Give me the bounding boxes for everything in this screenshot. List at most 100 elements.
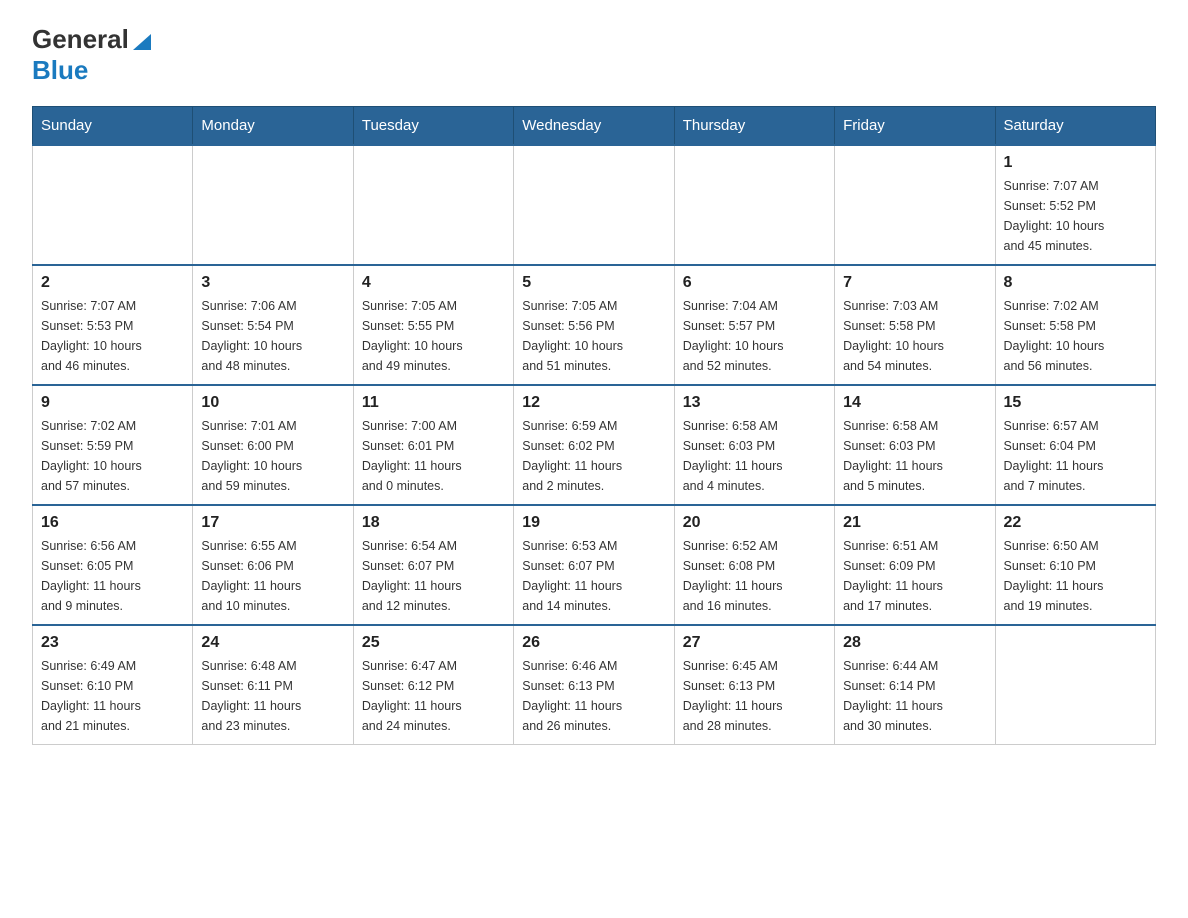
day-number: 15	[1004, 394, 1147, 412]
header-monday: Monday	[193, 107, 353, 146]
logo-triangle-icon	[131, 30, 153, 52]
calendar-cell: 2 Sunrise: 7:07 AMSunset: 5:53 PMDaylight…	[33, 265, 193, 385]
header-tuesday: Tuesday	[353, 107, 513, 146]
logo: General Blue	[32, 24, 153, 86]
calendar-cell: 17 Sunrise: 6:55 AMSunset: 6:06 PMDayligh…	[193, 505, 353, 625]
day-number: 24	[201, 634, 344, 652]
day-info: Sunrise: 7:02 AMSunset: 5:58 PMDaylight:…	[1004, 296, 1147, 376]
day-info: Sunrise: 7:05 AMSunset: 5:55 PMDaylight:…	[362, 296, 505, 376]
day-info: Sunrise: 6:48 AMSunset: 6:11 PMDaylight:…	[201, 656, 344, 736]
calendar-cell: 6 Sunrise: 7:04 AMSunset: 5:57 PMDaylight…	[674, 265, 834, 385]
calendar-cell: 5Sunrise: 7:05 AMSunset: 5:56 PMDaylight…	[514, 265, 674, 385]
page-header: General Blue	[32, 24, 1156, 86]
day-number: 3	[201, 274, 344, 292]
calendar-cell: 7 Sunrise: 7:03 AMSunset: 5:58 PMDaylight…	[835, 265, 995, 385]
day-number: 12	[522, 394, 665, 412]
day-info: Sunrise: 6:58 AMSunset: 6:03 PMDaylight:…	[683, 416, 826, 496]
day-info: Sunrise: 6:45 AMSunset: 6:13 PMDaylight:…	[683, 656, 826, 736]
calendar-cell	[193, 145, 353, 265]
calendar-cell	[33, 145, 193, 265]
day-number: 21	[843, 514, 986, 532]
calendar-cell: 13 Sunrise: 6:58 AMSunset: 6:03 PMDayligh…	[674, 385, 834, 505]
day-info: Sunrise: 7:00 AMSunset: 6:01 PMDaylight:…	[362, 416, 505, 496]
day-info: Sunrise: 6:53 AMSunset: 6:07 PMDaylight:…	[522, 536, 665, 616]
day-number: 16	[41, 514, 184, 532]
calendar-cell: 22 Sunrise: 6:50 AMSunset: 6:10 PMDayligh…	[995, 505, 1155, 625]
day-info: Sunrise: 7:03 AMSunset: 5:58 PMDaylight:…	[843, 296, 986, 376]
calendar-cell	[835, 145, 995, 265]
day-number: 19	[522, 514, 665, 532]
calendar-cell	[353, 145, 513, 265]
day-info: Sunrise: 6:52 AMSunset: 6:08 PMDaylight:…	[683, 536, 826, 616]
calendar-cell: 10 Sunrise: 7:01 AMSunset: 6:00 PMDayligh…	[193, 385, 353, 505]
header-friday: Friday	[835, 107, 995, 146]
header-saturday: Saturday	[995, 107, 1155, 146]
calendar-cell: 28 Sunrise: 6:44 AMSunset: 6:14 PMDayligh…	[835, 625, 995, 745]
day-info: Sunrise: 6:44 AMSunset: 6:14 PMDaylight:…	[843, 656, 986, 736]
week-row-2: 2 Sunrise: 7:07 AMSunset: 5:53 PMDaylight…	[33, 265, 1156, 385]
day-info: Sunrise: 7:01 AMSunset: 6:00 PMDaylight:…	[201, 416, 344, 496]
day-number: 9	[41, 394, 184, 412]
calendar-cell: 12Sunrise: 6:59 AMSunset: 6:02 PMDayligh…	[514, 385, 674, 505]
calendar-cell: 11 Sunrise: 7:00 AMSunset: 6:01 PMDayligh…	[353, 385, 513, 505]
day-number: 6	[683, 274, 826, 292]
day-number: 11	[362, 394, 505, 412]
day-info: Sunrise: 6:49 AMSunset: 6:10 PMDaylight:…	[41, 656, 184, 736]
week-row-1: 1 Sunrise: 7:07 AMSunset: 5:52 PMDaylight…	[33, 145, 1156, 265]
day-info: Sunrise: 6:54 AMSunset: 6:07 PMDaylight:…	[362, 536, 505, 616]
calendar-cell: 9 Sunrise: 7:02 AMSunset: 5:59 PMDaylight…	[33, 385, 193, 505]
day-number: 27	[683, 634, 826, 652]
day-number: 13	[683, 394, 826, 412]
calendar-header-row: SundayMondayTuesdayWednesdayThursdayFrid…	[33, 107, 1156, 146]
day-number: 10	[201, 394, 344, 412]
day-info: Sunrise: 6:47 AMSunset: 6:12 PMDaylight:…	[362, 656, 505, 736]
calendar-table: SundayMondayTuesdayWednesdayThursdayFrid…	[32, 106, 1156, 745]
calendar-cell: 21 Sunrise: 6:51 AMSunset: 6:09 PMDayligh…	[835, 505, 995, 625]
day-info: Sunrise: 7:07 AMSunset: 5:52 PMDaylight:…	[1004, 176, 1147, 256]
calendar-cell: 18Sunrise: 6:54 AMSunset: 6:07 PMDayligh…	[353, 505, 513, 625]
calendar-cell	[674, 145, 834, 265]
day-number: 17	[201, 514, 344, 532]
calendar-cell: 15 Sunrise: 6:57 AMSunset: 6:04 PMDayligh…	[995, 385, 1155, 505]
day-info: Sunrise: 7:04 AMSunset: 5:57 PMDaylight:…	[683, 296, 826, 376]
calendar-cell: 25 Sunrise: 6:47 AMSunset: 6:12 PMDayligh…	[353, 625, 513, 745]
day-number: 7	[843, 274, 986, 292]
day-number: 23	[41, 634, 184, 652]
header-thursday: Thursday	[674, 107, 834, 146]
day-number: 25	[362, 634, 505, 652]
header-wednesday: Wednesday	[514, 107, 674, 146]
calendar-cell: 20 Sunrise: 6:52 AMSunset: 6:08 PMDayligh…	[674, 505, 834, 625]
day-number: 20	[683, 514, 826, 532]
day-info: Sunrise: 7:07 AMSunset: 5:53 PMDaylight:…	[41, 296, 184, 376]
calendar-cell: 16 Sunrise: 6:56 AMSunset: 6:05 PMDayligh…	[33, 505, 193, 625]
calendar-cell: 4Sunrise: 7:05 AMSunset: 5:55 PMDaylight…	[353, 265, 513, 385]
day-info: Sunrise: 6:55 AMSunset: 6:06 PMDaylight:…	[201, 536, 344, 616]
day-number: 2	[41, 274, 184, 292]
header-sunday: Sunday	[33, 107, 193, 146]
calendar-cell: 1 Sunrise: 7:07 AMSunset: 5:52 PMDaylight…	[995, 145, 1155, 265]
day-number: 22	[1004, 514, 1147, 532]
calendar-cell: 26 Sunrise: 6:46 AMSunset: 6:13 PMDayligh…	[514, 625, 674, 745]
calendar-cell: 8Sunrise: 7:02 AMSunset: 5:58 PMDaylight…	[995, 265, 1155, 385]
day-info: Sunrise: 7:06 AMSunset: 5:54 PMDaylight:…	[201, 296, 344, 376]
calendar-cell: 23 Sunrise: 6:49 AMSunset: 6:10 PMDayligh…	[33, 625, 193, 745]
day-number: 1	[1004, 154, 1147, 172]
week-row-5: 23 Sunrise: 6:49 AMSunset: 6:10 PMDayligh…	[33, 625, 1156, 745]
calendar-cell: 3 Sunrise: 7:06 AMSunset: 5:54 PMDaylight…	[193, 265, 353, 385]
day-info: Sunrise: 6:50 AMSunset: 6:10 PMDaylight:…	[1004, 536, 1147, 616]
day-info: Sunrise: 6:56 AMSunset: 6:05 PMDaylight:…	[41, 536, 184, 616]
calendar-cell	[995, 625, 1155, 745]
day-info: Sunrise: 7:05 AMSunset: 5:56 PMDaylight:…	[522, 296, 665, 376]
day-info: Sunrise: 7:02 AMSunset: 5:59 PMDaylight:…	[41, 416, 184, 496]
calendar-cell: 14Sunrise: 6:58 AMSunset: 6:03 PMDayligh…	[835, 385, 995, 505]
logo-general-text: General	[32, 24, 129, 55]
day-info: Sunrise: 6:57 AMSunset: 6:04 PMDaylight:…	[1004, 416, 1147, 496]
logo-blue-text: Blue	[32, 55, 88, 85]
calendar-cell	[514, 145, 674, 265]
day-info: Sunrise: 6:51 AMSunset: 6:09 PMDaylight:…	[843, 536, 986, 616]
calendar-cell: 19 Sunrise: 6:53 AMSunset: 6:07 PMDayligh…	[514, 505, 674, 625]
day-number: 28	[843, 634, 986, 652]
day-info: Sunrise: 6:46 AMSunset: 6:13 PMDaylight:…	[522, 656, 665, 736]
day-number: 26	[522, 634, 665, 652]
day-info: Sunrise: 6:58 AMSunset: 6:03 PMDaylight:…	[843, 416, 986, 496]
